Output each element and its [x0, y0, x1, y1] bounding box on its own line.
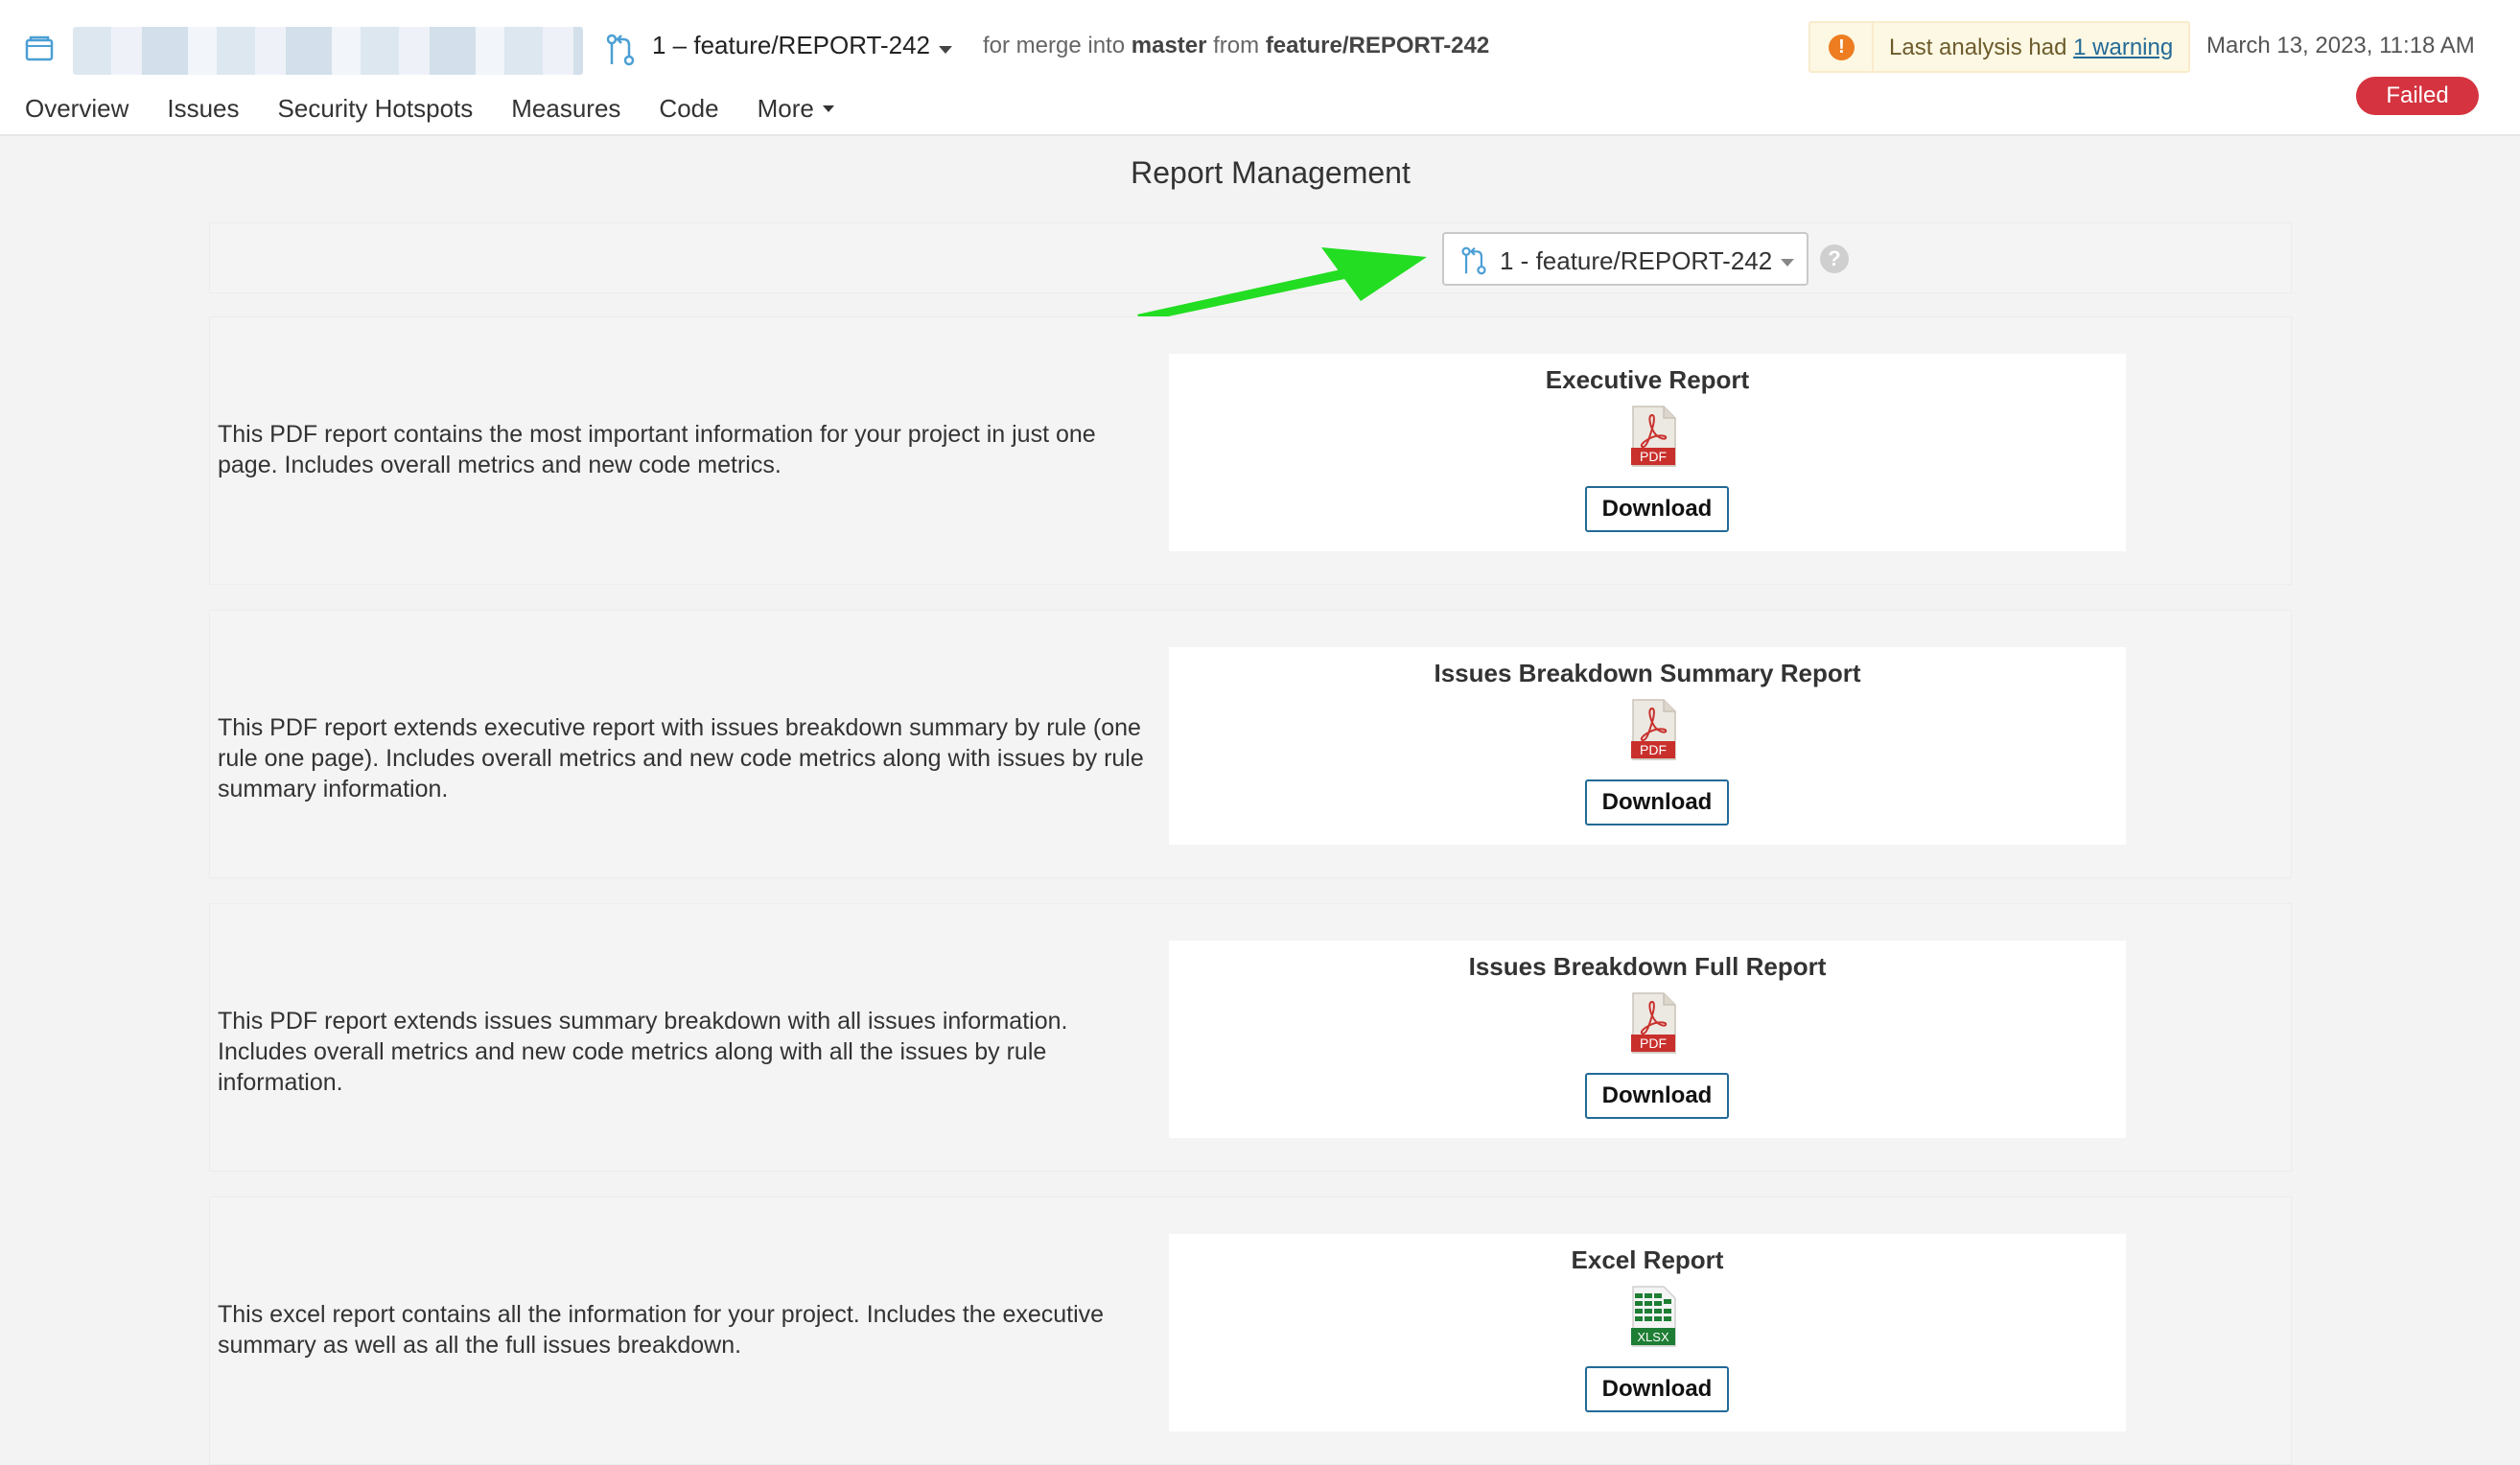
pdf-file-icon: PDF — [1629, 992, 1677, 1058]
nav-issues[interactable]: Issues — [167, 94, 239, 124]
report-row-issues-full: This PDF report extends issues summary b… — [209, 903, 2292, 1172]
nav-overview[interactable]: Overview — [25, 94, 128, 124]
nav-security-hotspots[interactable]: Security Hotspots — [278, 94, 474, 124]
report-card: Issues Breakdown Summary Report PDF Down… — [1169, 647, 2126, 845]
download-excel-report-button[interactable]: Download — [1585, 1366, 1729, 1412]
warning-link[interactable]: 1 warning — [2073, 35, 2173, 60]
project-name-redacted[interactable] — [73, 27, 583, 75]
analysis-warning-box: ! Last analysis had 1 warning — [1808, 21, 2190, 73]
report-description: This PDF report extends executive report… — [218, 714, 1144, 802]
top-header: 1 – feature/REPORT-242 for merge into ma… — [0, 0, 2520, 136]
pdf-file-icon: PDF — [1629, 699, 1677, 765]
branch-select[interactable]: 1 - feature/REPORT-242 — [1442, 232, 1808, 286]
page-title: Report Management — [1131, 155, 1411, 190]
green-arrow-annotation — [1137, 247, 1427, 322]
quality-gate-status-badge: Failed — [2356, 77, 2479, 115]
report-title: Excel Report — [1571, 1245, 1724, 1274]
report-row-excel: This excel report contains all the infor… — [209, 1197, 2292, 1465]
report-title: Executive Report — [1545, 365, 1750, 394]
report-description: This PDF report extends issues summary b… — [218, 1008, 1068, 1096]
report-row-issues-summary: This PDF report extends executive report… — [209, 610, 2292, 878]
report-card: Issues Breakdown Full Report PDF Downloa… — [1169, 941, 2126, 1138]
nav-measures[interactable]: Measures — [511, 94, 620, 124]
caret-down-icon — [822, 105, 834, 112]
nav-code[interactable]: Code — [659, 94, 718, 124]
analysis-date: March 13, 2023, 11:18 AM — [2206, 33, 2475, 58]
report-title: Issues Breakdown Full Report — [1468, 952, 1827, 981]
nav-more-label: More — [757, 94, 814, 123]
warning-icon-wrap: ! — [1810, 23, 1874, 71]
merge-source: feature/REPORT-242 — [1265, 33, 1490, 58]
branch-icon — [1459, 245, 1488, 281]
merge-from: from — [1213, 33, 1260, 58]
help-icon[interactable]: ? — [1820, 244, 1849, 273]
merge-prefix: for merge into — [983, 33, 1126, 58]
xlsx-file-icon: XLSX — [1629, 1286, 1677, 1352]
pdf-file-icon: PDF — [1629, 406, 1677, 472]
report-card: Executive Report PDF Download — [1169, 354, 2126, 551]
download-executive-report-button[interactable]: Download — [1585, 486, 1729, 532]
pdf-file-label: PDF — [1640, 1035, 1667, 1051]
nav-more[interactable]: More — [758, 94, 835, 124]
branch-icon — [604, 33, 637, 72]
branch-select-value: 1 - feature/REPORT-242 — [1500, 246, 1773, 275]
merge-target: master — [1131, 33, 1207, 58]
branch-name[interactable]: 1 – feature/REPORT-242 — [652, 31, 930, 60]
report-description: This PDF report contains the most import… — [218, 421, 1096, 478]
report-row-executive: This PDF report contains the most import… — [209, 316, 2292, 585]
report-card: Excel Report XLSX Download — [1169, 1234, 2126, 1431]
project-icon — [25, 35, 54, 66]
report-description: This excel report contains all the infor… — [218, 1301, 1105, 1359]
download-issues-full-report-button[interactable]: Download — [1585, 1073, 1729, 1119]
merge-info: for merge into master from feature/REPOR… — [983, 33, 1489, 59]
project-nav: Overview Issues Security Hotspots Measur… — [25, 94, 835, 124]
warning-text: Last analysis had — [1889, 35, 2067, 60]
pdf-file-label: PDF — [1640, 449, 1667, 464]
report-title: Issues Breakdown Summary Report — [1434, 659, 1861, 687]
chevron-down-icon — [1780, 255, 1795, 272]
warning-message: Last analysis had 1 warning — [1889, 35, 2173, 61]
xlsx-file-label: XLSX — [1637, 1330, 1669, 1344]
pdf-file-label: PDF — [1640, 742, 1667, 757]
download-issues-summary-report-button[interactable]: Download — [1585, 779, 1729, 826]
warning-icon: ! — [1829, 35, 1855, 60]
chevron-down-icon[interactable] — [938, 42, 953, 59]
